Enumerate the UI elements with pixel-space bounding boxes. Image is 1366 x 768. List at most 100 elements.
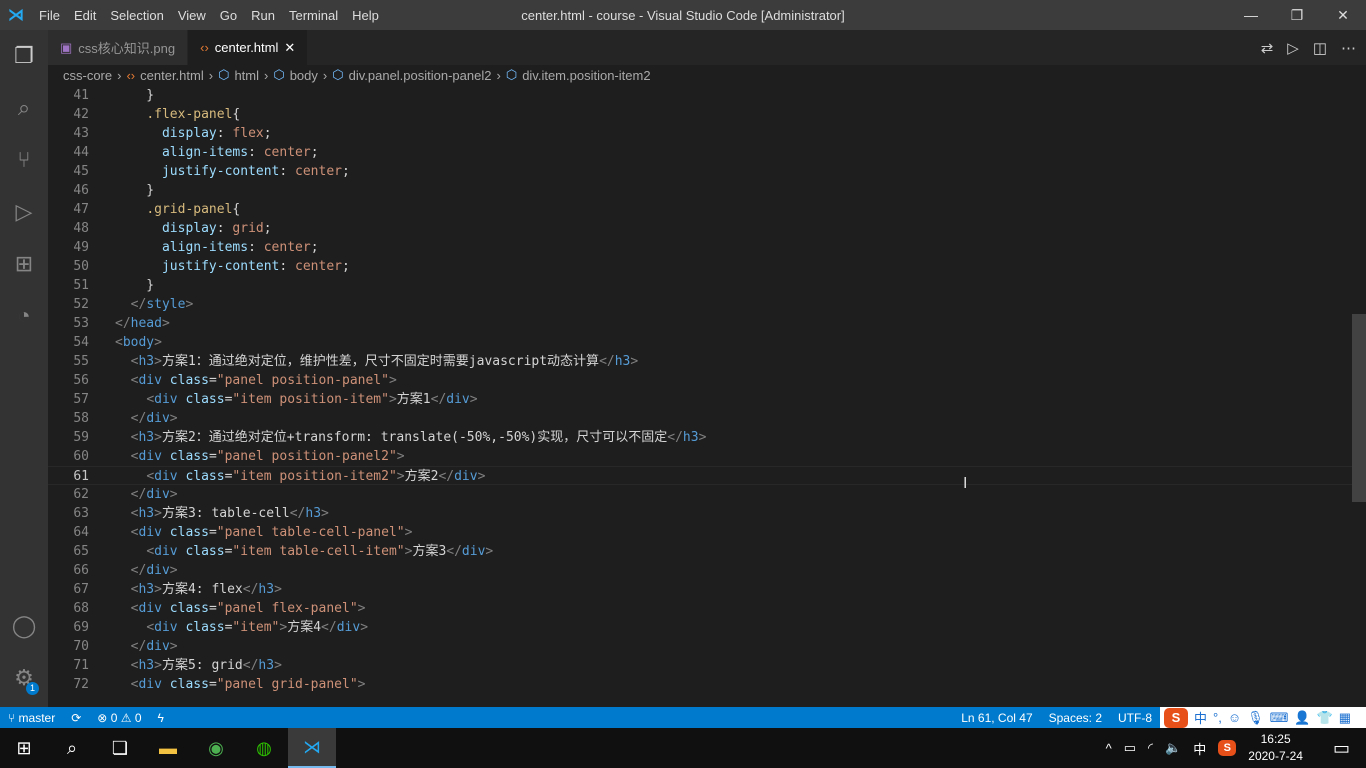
settings-gear-icon[interactable]: ⚙ 1 (0, 652, 48, 704)
windows-start-icon[interactable]: ⊞ (0, 728, 48, 768)
vscode-taskbar-icon[interactable]: ⋊ (288, 728, 336, 768)
menu-terminal[interactable]: Terminal (282, 8, 345, 23)
task-view-icon[interactable]: ❏ (96, 728, 144, 768)
indentation[interactable]: Spaces: 2 (1041, 711, 1110, 725)
search-icon[interactable]: ⌕ (0, 82, 48, 134)
code-line[interactable]: 58 </div> (48, 409, 1352, 428)
code-line[interactable]: 65 <div class="item table-cell-item">方案3… (48, 542, 1352, 561)
encoding[interactable]: UTF-8 (1110, 711, 1160, 725)
battery-icon[interactable]: ▭ (1124, 740, 1136, 756)
microphone-icon[interactable]: 🎙 (1247, 710, 1264, 726)
run-debug-icon[interactable]: ▷ (0, 186, 48, 238)
code-line[interactable]: 51 } (48, 276, 1352, 295)
menu-help[interactable]: Help (345, 8, 386, 23)
code-line[interactable]: 45 justify-content: center; (48, 162, 1352, 181)
ime-language[interactable]: 中 (1194, 708, 1207, 727)
sogou-logo-icon[interactable]: S (1164, 707, 1188, 728)
breadcrumb-item[interactable]: css-core (63, 68, 112, 83)
breadcrumb-item[interactable]: html (234, 68, 259, 83)
minimize-button[interactable]: — (1228, 0, 1274, 30)
menu-file[interactable]: File (32, 8, 67, 23)
code-line[interactable]: 71 <h3>方案5: grid</h3> (48, 656, 1352, 675)
breadcrumb-item[interactable]: body (290, 68, 318, 83)
maximize-button[interactable]: ❐ (1274, 0, 1320, 30)
run-icon[interactable]: ▷ (1287, 39, 1299, 57)
code-line[interactable]: 62 </div> (48, 485, 1352, 504)
code-line[interactable]: 55 <h3>方案1：通过绝对定位，维护性差，尺寸不固定时需要javascrip… (48, 352, 1352, 371)
element-icon: ⬡ (218, 67, 230, 82)
account-icon[interactable]: ◯ (0, 600, 48, 652)
scrollbar-thumb[interactable] (1352, 314, 1366, 502)
code-line[interactable]: 67 <h3>方案4: flex</h3> (48, 580, 1352, 599)
menu-view[interactable]: View (171, 8, 213, 23)
code-line[interactable]: 52 </style> (48, 295, 1352, 314)
sogou-tray-icon[interactable]: S (1218, 740, 1237, 756)
code-line[interactable]: 72 <div class="panel grid-panel"> (48, 675, 1352, 694)
code-line[interactable]: 48 display: grid; (48, 219, 1352, 238)
code-line[interactable]: 59 <h3>方案2：通过绝对定位+transform: translate(-… (48, 428, 1352, 447)
code-line[interactable]: 47 .grid-panel{ (48, 200, 1352, 219)
code-line[interactable]: 64 <div class="panel table-cell-panel"> (48, 523, 1352, 542)
source-control-icon[interactable]: ⑂ (0, 134, 48, 186)
wechat-icon[interactable]: ◍ (240, 728, 288, 768)
git-graph-icon[interactable]: ◔ (0, 290, 48, 342)
explorer-icon[interactable]: ❐ (0, 30, 48, 82)
cursor-position[interactable]: Ln 61, Col 47 (953, 711, 1040, 725)
code-line[interactable]: 60 <div class="panel position-panel2"> (48, 447, 1352, 466)
skin-icon[interactable]: 👕 (1317, 710, 1333, 726)
user-icon[interactable]: 👤 (1294, 710, 1310, 726)
keyboard-icon[interactable]: ⌨ (1270, 710, 1289, 726)
breadcrumb-item[interactable]: div.panel.position-panel2 (349, 68, 492, 83)
code-line[interactable]: 66 </div> (48, 561, 1352, 580)
code-line[interactable]: 50 justify-content: center; (48, 257, 1352, 276)
code-line[interactable]: 44 align-items: center; (48, 143, 1352, 162)
search-icon[interactable]: ⌕ (48, 728, 96, 768)
open-changes-icon[interactable]: ⇄ (1261, 39, 1274, 57)
code-line[interactable]: 41 } (48, 86, 1352, 105)
code-line[interactable]: 69 <div class="item">方案4</div> (48, 618, 1352, 637)
tray-ime[interactable]: 中 (1193, 739, 1206, 758)
tab-css-png[interactable]: ▣ css核心知识.png (48, 30, 189, 65)
close-button[interactable]: ✕ (1320, 0, 1366, 30)
code-line[interactable]: 42 .flex-panel{ (48, 105, 1352, 124)
code-line[interactable]: 46 } (48, 181, 1352, 200)
line-number: 41 (73, 88, 89, 103)
code-line[interactable]: 49 align-items: center; (48, 238, 1352, 257)
volume-icon[interactable]: 🔈 (1165, 740, 1181, 756)
toolbox-icon[interactable]: ▦ (1339, 710, 1351, 726)
more-actions-icon[interactable]: ⋯ (1341, 39, 1356, 57)
editor-scrollbar[interactable] (1352, 84, 1366, 707)
close-tab-icon[interactable]: ✕ (284, 40, 295, 56)
menu-run[interactable]: Run (244, 8, 282, 23)
code-line[interactable]: 68 <div class="panel flex-panel"> (48, 599, 1352, 618)
code-line[interactable]: 70 </div> (48, 637, 1352, 656)
lightning-icon[interactable]: ϟ (150, 711, 172, 725)
tab-center-html[interactable]: ‹› center.html ✕ (188, 30, 309, 65)
code-line[interactable]: 43 display: flex; (48, 124, 1352, 143)
extensions-icon[interactable]: ⊞ (0, 238, 48, 290)
code-line[interactable]: 54 <body> (48, 333, 1352, 352)
punctuation-icon[interactable]: °, (1213, 710, 1222, 725)
menu-selection[interactable]: Selection (103, 8, 170, 23)
split-editor-icon[interactable]: ◫ (1313, 39, 1327, 57)
notifications-icon[interactable]: ▭ (1333, 738, 1350, 759)
emoji-icon[interactable]: ☺ (1228, 710, 1241, 725)
tray-expand-icon[interactable]: ^ (1106, 741, 1112, 756)
sync-icon[interactable]: ⟳ (63, 711, 89, 725)
clock[interactable]: 16:25 2020-7-24 (1248, 731, 1303, 765)
breadcrumb-item[interactable]: div.item.position-item2 (522, 68, 650, 83)
menu-edit[interactable]: Edit (67, 8, 103, 23)
branch-item[interactable]: ⑂ master (0, 711, 63, 725)
file-explorer-icon[interactable]: ▬ (144, 728, 192, 768)
problems-item[interactable]: ⊗ 0 ⚠ 0 (89, 711, 149, 725)
menu-go[interactable]: Go (213, 8, 244, 23)
code-line[interactable]: 56 <div class="panel position-panel"> (48, 371, 1352, 390)
code-line[interactable]: 61 <div class="item position-item2">方案2<… (48, 466, 1352, 485)
wifi-icon[interactable]: ◜ (1148, 740, 1153, 756)
chrome-icon[interactable]: ◉ (192, 728, 240, 768)
code-line[interactable]: 63 <h3>方案3: table-cell</h3> (48, 504, 1352, 523)
code-line[interactable]: 53 </head> (48, 314, 1352, 333)
code-line[interactable]: 57 <div class="item position-item">方案1</… (48, 390, 1352, 409)
code-editor[interactable]: 40 vertical-align: middle;41 }42 .flex-p… (48, 84, 1352, 707)
breadcrumb-item[interactable]: center.html (140, 68, 204, 83)
